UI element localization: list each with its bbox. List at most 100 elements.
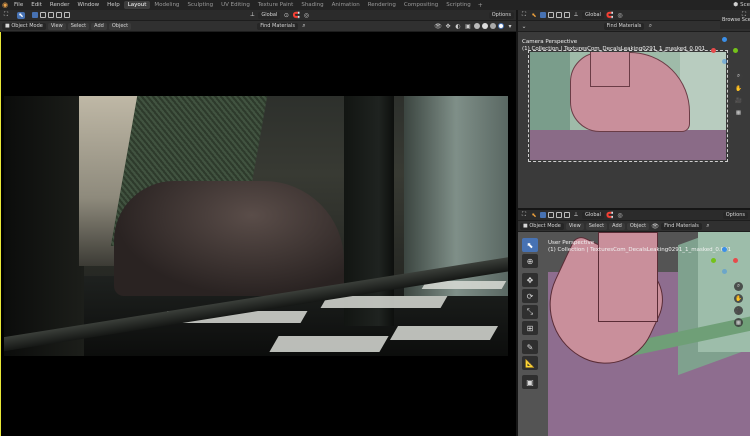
overlay-toggle-icon[interactable]: ◐ bbox=[454, 23, 462, 30]
proportional-edit-icon[interactable]: ◎ bbox=[302, 12, 310, 19]
gizmo-toggle-icon[interactable]: ✥ bbox=[444, 23, 452, 30]
search-icon[interactable]: ⌕ bbox=[704, 222, 712, 230]
wireframe-shading-icon[interactable] bbox=[474, 23, 481, 29]
rotate-icon[interactable]: ⟳ bbox=[522, 289, 538, 303]
select-mode-intersect-icon[interactable] bbox=[64, 12, 70, 18]
tab-scripting[interactable]: Scripting bbox=[442, 1, 474, 9]
user-viewport[interactable]: User Perspective (1) Collection | Textur… bbox=[518, 232, 750, 436]
transform-icon[interactable]: ⊞ bbox=[522, 321, 538, 335]
find-materials-dropdown[interactable]: Find Materials bbox=[257, 22, 298, 30]
pivot-icon[interactable]: ⊙ bbox=[282, 12, 290, 19]
tab-shading[interactable]: Shading bbox=[297, 1, 327, 9]
select-mode-new-icon[interactable] bbox=[32, 12, 38, 18]
material-shading-icon[interactable] bbox=[490, 23, 497, 29]
select-tool-icon[interactable]: ⬉ bbox=[530, 12, 538, 19]
menu-help[interactable]: Help bbox=[103, 2, 124, 8]
xray-icon[interactable]: ▣ bbox=[464, 23, 472, 30]
select-mode-invert-icon[interactable] bbox=[56, 12, 62, 18]
select-mode-subtract-icon[interactable] bbox=[48, 12, 54, 18]
search-icon[interactable]: ⌕ bbox=[646, 22, 654, 30]
find-materials-dropdown[interactable]: Find Materials bbox=[661, 222, 702, 230]
transform-orientation-dropdown[interactable]: Global bbox=[582, 211, 604, 219]
menu-view[interactable]: View bbox=[47, 22, 66, 30]
select-mode-extend-icon[interactable] bbox=[548, 12, 554, 18]
tab-uv-editing[interactable]: UV Editing bbox=[217, 1, 254, 9]
cursor-icon[interactable]: ⊕ bbox=[522, 254, 538, 268]
scene-selector[interactable]: ⬢ Sce bbox=[729, 0, 750, 10]
rendered-shading-icon[interactable] bbox=[498, 23, 505, 29]
snap-icon[interactable]: 🧲 bbox=[606, 212, 614, 219]
select-mode-new-icon[interactable] bbox=[540, 12, 546, 18]
options-dropdown[interactable]: Options bbox=[722, 211, 748, 219]
pan-icon[interactable]: ✋ bbox=[734, 294, 743, 303]
menu-select[interactable]: Select bbox=[585, 222, 608, 230]
tab-sculpting[interactable]: Sculpting bbox=[183, 1, 217, 9]
tab-compositing[interactable]: Compositing bbox=[400, 1, 442, 9]
add-cube-icon[interactable]: ▣ bbox=[522, 375, 538, 389]
transform-orientation-dropdown[interactable]: Global bbox=[582, 11, 604, 19]
camera-view-icon[interactable]: 🎥 bbox=[734, 306, 743, 315]
proportional-edit-icon[interactable]: ◎ bbox=[616, 212, 624, 219]
select-mode-invert-icon[interactable] bbox=[564, 212, 570, 218]
solid-shading-icon[interactable] bbox=[482, 23, 489, 29]
scale-icon[interactable]: ⤡ bbox=[522, 305, 538, 319]
editor-type-icon[interactable]: ⛶ bbox=[2, 11, 10, 19]
select-box-icon[interactable]: ⬉ bbox=[522, 238, 538, 252]
select-tool-icon[interactable]: ⬉ bbox=[17, 11, 25, 19]
grid-view-icon[interactable]: ▦ bbox=[734, 108, 743, 117]
select-mode-extend-icon[interactable] bbox=[548, 212, 554, 218]
editor-type-icon[interactable]: ⛶ bbox=[520, 11, 528, 19]
zoom-icon[interactable]: ⌕ bbox=[734, 72, 743, 81]
measure-icon[interactable]: 📐 bbox=[522, 356, 538, 370]
menu-object[interactable]: Object bbox=[108, 22, 132, 30]
menu-add[interactable]: Add bbox=[609, 222, 625, 230]
select-mode-new-icon[interactable] bbox=[540, 212, 546, 218]
navigation-gizmo[interactable] bbox=[711, 247, 739, 275]
camera-viewport[interactable]: Camera Perspective (1) Collection | Text… bbox=[518, 32, 750, 208]
proportional-edit-icon[interactable]: ◎ bbox=[616, 12, 624, 19]
options-dropdown[interactable]: Options bbox=[488, 11, 514, 19]
menu-icon[interactable]: ⌄ bbox=[520, 23, 528, 30]
select-mode-invert-icon[interactable] bbox=[564, 12, 570, 18]
camera-view-icon[interactable]: 🎥 bbox=[734, 96, 743, 105]
tab-rendering[interactable]: Rendering bbox=[364, 1, 400, 9]
object-mode-dropdown[interactable]: ■ Object Mode bbox=[2, 22, 46, 30]
menu-window[interactable]: Window bbox=[73, 2, 103, 8]
annotate-icon[interactable]: ✎ bbox=[522, 340, 538, 354]
visibility-icon[interactable]: 👁 bbox=[651, 223, 659, 230]
select-mode-subtract-icon[interactable] bbox=[556, 12, 562, 18]
add-workspace-button[interactable]: + bbox=[475, 2, 486, 9]
find-materials-dropdown[interactable]: Find Materials bbox=[603, 22, 645, 30]
snap-icon[interactable]: 🧲 bbox=[292, 12, 300, 19]
menu-edit[interactable]: Edit bbox=[27, 2, 46, 8]
search-icon[interactable]: ⌕ bbox=[300, 22, 308, 30]
menu-file[interactable]: File bbox=[10, 2, 27, 8]
snap-icon[interactable]: 🧲 bbox=[606, 12, 614, 19]
visibility-icon[interactable]: 👁 bbox=[434, 23, 442, 30]
transform-orientation-dropdown[interactable]: Global bbox=[258, 11, 281, 19]
select-mode-extend-icon[interactable] bbox=[40, 12, 46, 18]
select-mode-subtract-icon[interactable] bbox=[556, 212, 562, 218]
shading-options-icon[interactable]: ▾ bbox=[506, 23, 514, 30]
blender-logo[interactable]: ◉ bbox=[0, 0, 10, 10]
menu-select[interactable]: Select bbox=[67, 22, 90, 30]
tab-modeling[interactable]: Modeling bbox=[150, 1, 183, 9]
tab-animation[interactable]: Animation bbox=[328, 1, 364, 9]
zoom-icon[interactable]: ⌕ bbox=[734, 282, 743, 291]
grid-view-icon[interactable]: ▦ bbox=[734, 318, 743, 327]
navigation-gizmo[interactable] bbox=[711, 37, 739, 65]
menu-view[interactable]: View bbox=[565, 222, 584, 230]
menu-render[interactable]: Render bbox=[46, 2, 74, 8]
object-mode-dropdown[interactable]: ■ Object Mode bbox=[520, 222, 564, 230]
browse-scene-label[interactable]: Browse Scene bbox=[720, 17, 750, 29]
menu-object[interactable]: Object bbox=[626, 222, 650, 230]
main-header: ■ Object Mode View Select Add Object Fin… bbox=[0, 21, 516, 31]
move-icon[interactable]: ✥ bbox=[522, 273, 538, 287]
pan-icon[interactable]: ✋ bbox=[734, 84, 743, 93]
main-viewport[interactable] bbox=[0, 32, 516, 436]
editor-type-icon[interactable]: ⛶ bbox=[520, 211, 528, 219]
select-tool-icon[interactable]: ⬉ bbox=[530, 212, 538, 219]
tab-texture-paint[interactable]: Texture Paint bbox=[254, 1, 298, 9]
menu-add[interactable]: Add bbox=[91, 22, 107, 30]
tab-layout[interactable]: Layout bbox=[123, 1, 151, 9]
